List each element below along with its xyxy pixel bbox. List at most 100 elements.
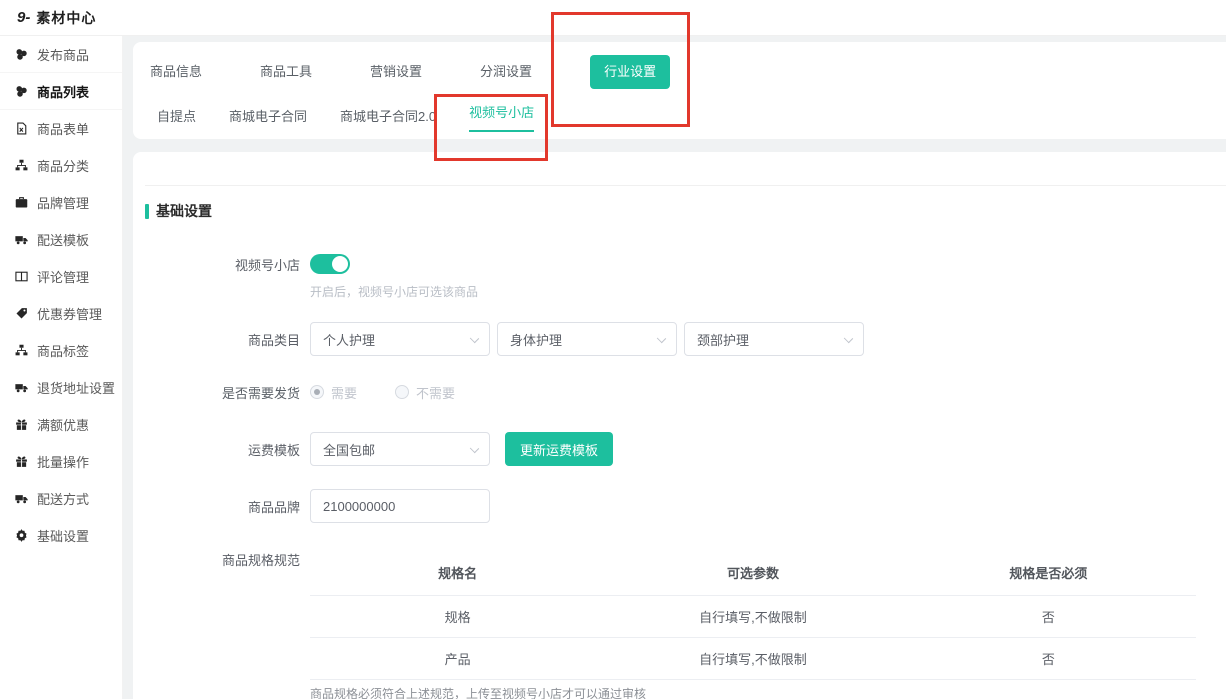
tab-label: 分润设置	[480, 64, 532, 79]
category-row: 商品类目 个人护理 身体护理 颈部护理	[133, 322, 1226, 356]
toggle-knob	[332, 256, 348, 272]
sidebar-item[interactable]: 发布商品	[0, 36, 122, 73]
primary-tab[interactable]: 分润设置	[480, 57, 532, 87]
sidebar-item-label: 商品分类	[37, 156, 89, 175]
chevron-down-icon	[844, 334, 853, 343]
sidebar-item[interactable]: 品牌管理	[0, 184, 122, 221]
spec-cell: 产品	[310, 649, 605, 668]
sidebar-item-label: 满额优惠	[37, 415, 89, 434]
video-shop-help-text: 开启后，视频号小店可选该商品	[310, 283, 478, 300]
secondary-tab[interactable]: 自提点	[157, 102, 196, 132]
sidebar-item[interactable]: 基础设置	[0, 517, 122, 554]
secondary-tab[interactable]: 商城电子合同2.0	[340, 102, 436, 132]
sidebar-nav: 发布商品 商品列表 商品表单 商品分类 品牌管理 配送模板 评论管理	[0, 36, 123, 699]
brand-row: 商品品牌	[133, 489, 1226, 523]
sidebar-item[interactable]: 配送方式	[0, 480, 122, 517]
category-label: 商品类目	[133, 330, 300, 349]
freight-row: 运费模板 全国包邮 更新运费模板	[133, 432, 1226, 466]
video-shop-label: 视频号小店	[133, 255, 300, 274]
radio-label: 需要	[331, 383, 357, 402]
gear-icon	[15, 529, 28, 542]
radio-option: 需要	[310, 383, 357, 402]
spec-col-header: 规格名	[310, 563, 605, 582]
category-select[interactable]: 颈部护理	[684, 322, 864, 356]
need-ship-label: 是否需要发货	[133, 383, 300, 402]
spec-row: 商品规格规范 规格名 可选参数 规格是否必须 规格 自行填写,不做限制 否 产品	[133, 550, 1226, 699]
primary-tab[interactable]: 商品工具	[260, 57, 312, 87]
sidebar-item[interactable]: 优惠券管理	[0, 295, 122, 332]
spec-cell: 规格	[310, 607, 605, 626]
tab-label: 营销设置	[370, 64, 422, 79]
spec-table: 规格名 可选参数 规格是否必须 规格 自行填写,不做限制 否 产品 自行填写,不…	[310, 550, 1196, 699]
sidebar-item-label: 发布商品	[37, 45, 89, 64]
secondary-tab[interactable]: 商城电子合同	[229, 102, 307, 132]
delivery-truck-icon	[15, 492, 28, 505]
update-freight-template-button[interactable]: 更新运费模板	[505, 432, 613, 466]
brand-label: 商品品牌	[133, 497, 300, 516]
sidebar-item[interactable]: 退货地址设置	[0, 369, 122, 406]
sidebar-item[interactable]: 商品列表	[0, 73, 122, 110]
select-value: 个人护理	[323, 330, 375, 349]
gift-icon	[15, 418, 28, 431]
sidebar-item[interactable]: 配送模板	[0, 221, 122, 258]
select-value: 全国包邮	[323, 440, 375, 459]
sidebar-item-label: 商品标签	[37, 341, 89, 360]
sidebar-item-label: 退货地址设置	[37, 378, 115, 397]
primary-tab[interactable]: 行业设置	[590, 55, 670, 89]
spec-cell: 自行填写,不做限制	[605, 607, 900, 626]
secondary-tab[interactable]: 视频号小店	[469, 102, 534, 132]
spec-label: 商品规格规范	[133, 550, 300, 569]
product-list-icon	[15, 85, 28, 98]
return-truck-icon	[15, 381, 28, 394]
sidebar-item[interactable]: 批量操作	[0, 443, 122, 480]
tab-label: 行业设置	[604, 64, 656, 79]
primary-tab[interactable]: 商品信息	[150, 57, 202, 87]
video-shop-toggle[interactable]	[310, 254, 350, 274]
primary-tab[interactable]: 营销设置	[370, 57, 422, 87]
spec-col-header: 规格是否必须	[901, 563, 1196, 582]
spec-cell: 自行填写,不做限制	[605, 649, 900, 668]
chevron-down-icon	[657, 334, 666, 343]
category-tree-icon	[15, 159, 28, 172]
tab-label: 商城电子合同	[229, 109, 307, 124]
select-value: 颈部护理	[697, 330, 749, 349]
spec-col-header: 可选参数	[605, 563, 900, 582]
sidebar-item[interactable]: 商品标签	[0, 332, 122, 369]
freight-template-select[interactable]: 全国包邮	[310, 432, 490, 466]
sidebar-item[interactable]: 商品表单	[0, 110, 122, 147]
sidebar-item-label: 配送方式	[37, 489, 89, 508]
sidebar-item-label: 商品列表	[37, 82, 89, 101]
gift-icon	[15, 455, 28, 468]
sidebar-item[interactable]: 评论管理	[0, 258, 122, 295]
tab-label: 视频号小店	[469, 105, 534, 120]
tab-row-secondary: 自提点 商城电子合同 商城电子合同2.0 视频号小店	[133, 102, 1226, 132]
spec-table-header: 规格名 可选参数 规格是否必须	[310, 550, 1196, 596]
sidebar-item[interactable]: 满额优惠	[0, 406, 122, 443]
chevron-down-icon	[470, 444, 479, 453]
tab-label: 自提点	[157, 109, 196, 124]
section-title-basic-settings: 基础设置	[145, 201, 212, 221]
tab-label: 商品信息	[150, 64, 202, 79]
freight-label: 运费模板	[133, 440, 300, 459]
category-select[interactable]: 身体护理	[497, 322, 677, 356]
sidebar-item-label: 配送模板	[37, 230, 89, 249]
product-form-icon	[15, 122, 28, 135]
delivery-truck-icon	[15, 233, 28, 246]
brand-briefcase-icon	[15, 196, 28, 209]
radio-label: 不需要	[416, 383, 455, 402]
sidebar-item[interactable]: 商品分类	[0, 147, 122, 184]
category-select[interactable]: 个人护理	[310, 322, 490, 356]
spec-cell: 否	[901, 607, 1196, 626]
sidebar-item-label: 批量操作	[37, 452, 89, 471]
sidebar-item-label: 商品表单	[37, 119, 89, 138]
spec-cell: 否	[901, 649, 1196, 668]
brand-input[interactable]	[310, 489, 490, 523]
sidebar-item-label: 优惠券管理	[37, 304, 102, 323]
tab-row-primary: 商品信息 商品工具 营销设置 分润设置 行业设置	[133, 55, 1226, 89]
spec-table-row: 规格 自行填写,不做限制 否	[310, 596, 1196, 638]
sidebar-item-label: 评论管理	[37, 267, 89, 286]
tab-label: 商品工具	[260, 64, 312, 79]
need-ship-row: 是否需要发货 需要 不需要	[133, 377, 1226, 407]
spec-note: 商品规格必须符合上述规范，上传至视频号小店才可以通过审核	[310, 685, 1196, 699]
radio-circle-icon	[395, 385, 409, 399]
